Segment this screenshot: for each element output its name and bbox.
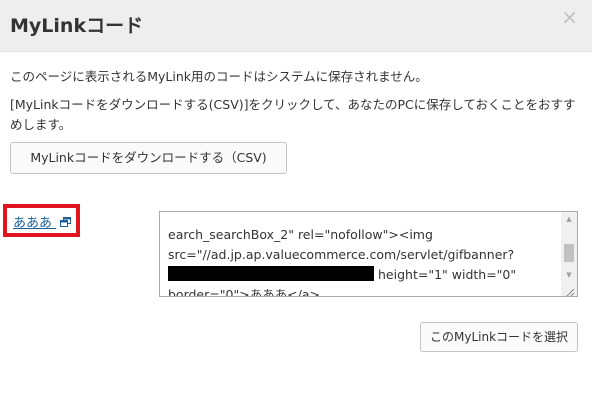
scrollbar-thumb[interactable] xyxy=(564,244,574,262)
code-line: border="0">あああ</a> xyxy=(168,287,320,297)
scroll-up-arrow-icon[interactable]: ▲ xyxy=(561,212,577,226)
code-line: earch_searchBox_2" rel="nofollow"><img xyxy=(168,227,433,242)
preview-highlight-box: あああ xyxy=(3,204,80,237)
preview-link-text: あああ xyxy=(13,216,53,231)
code-textarea[interactable]: "<a href="https://ck.jp.ap.valuecommerce… xyxy=(159,211,578,297)
redaction-bar xyxy=(168,266,374,281)
code-line-top-fragment: "<a href="https://ck.jp.ap.valuecommerce… xyxy=(168,212,564,225)
code-line: height="1" width="0" xyxy=(168,265,564,285)
external-link-icon xyxy=(60,217,72,228)
dialog-header: MyLinkコード × xyxy=(0,0,592,52)
notice-text: このページに表示されるMyLink用のコードはシステムに保存されません。 xyxy=(10,69,428,84)
preview-link[interactable]: あああ xyxy=(13,212,72,231)
code-line-tail: height="1" width="0" xyxy=(378,267,517,282)
recommendation-text: [MyLinkコードをダウンロードする(CSV)]をクリックして、あなたのPCに… xyxy=(10,97,576,132)
dialog-title: MyLinkコード xyxy=(10,15,144,37)
select-code-button[interactable]: このMyLinkコードを選択 xyxy=(420,322,578,352)
close-button[interactable]: × xyxy=(561,7,578,27)
scroll-down-arrow-icon[interactable]: ▼ xyxy=(561,268,577,282)
resize-grip-icon[interactable] xyxy=(564,283,575,296)
code-line: src="//ad.jp.ap.valuecommerce.com/servle… xyxy=(168,247,515,262)
mylink-code-dialog: MyLinkコード × このページに表示されるMyLink用のコードはシステムに… xyxy=(0,0,592,404)
code-content: "<a href="https://ck.jp.ap.valuecommerce… xyxy=(168,212,564,297)
download-csv-button[interactable]: MyLinkコードをダウンロードする（CSV) xyxy=(10,142,287,174)
